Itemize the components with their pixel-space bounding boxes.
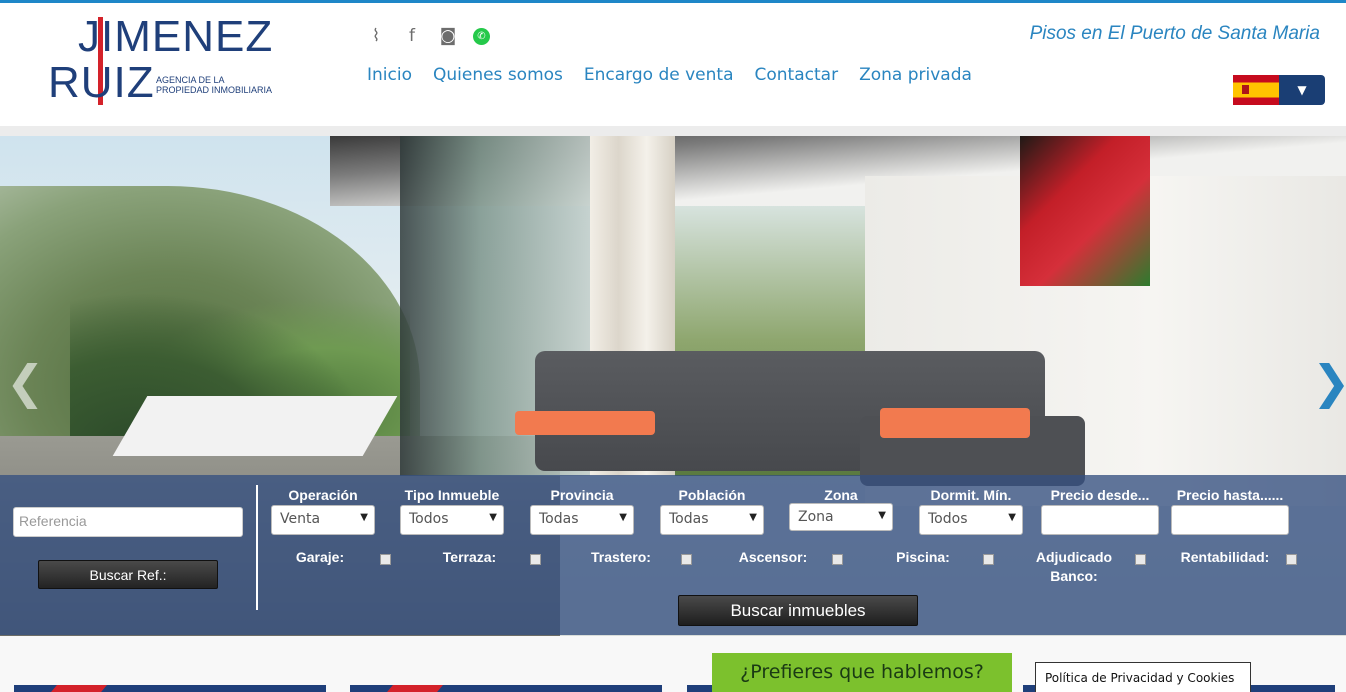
label-trastero: Trastero: [591, 549, 651, 565]
checkbox-rentabilidad[interactable] [1286, 554, 1297, 565]
label-operacion: Operación [288, 487, 358, 503]
main-nav: Inicio Quienes somos Encargo de venta Co… [367, 65, 972, 85]
checkbox-piscina[interactable] [983, 554, 994, 565]
label-precio-desde: Precio desde... [1050, 487, 1150, 503]
caret-icon: ▼ [1008, 512, 1016, 523]
rss-icon[interactable]: ⌇ [365, 25, 387, 47]
select-tipo-value: Todos [409, 511, 449, 527]
label-dormitorios: Dormit. Mín. [930, 487, 1012, 503]
social-links: ⌇ f ◙ ✆ [365, 25, 490, 47]
select-dormit-value: Todos [928, 511, 968, 527]
label-adjudicado-banco: Adjudicado Banco: [1025, 548, 1123, 586]
whatsapp-icon[interactable]: ✆ [473, 28, 490, 45]
nav-encargo-de-venta[interactable]: Encargo de venta [584, 65, 734, 85]
card-accent [387, 685, 443, 692]
hero-painting [1020, 136, 1150, 286]
label-poblacion: Población [678, 487, 746, 503]
label-rentabilidad: Rentabilidad: [1180, 549, 1270, 565]
checkbox-trastero[interactable] [681, 554, 692, 565]
privacy-cookies-link[interactable]: Política de Privacidad y Cookies [1035, 662, 1251, 692]
search-reference-button[interactable]: Buscar Ref.: [38, 560, 218, 589]
label-piscina: Piscina: [896, 549, 950, 565]
logo-line-2: RUIZ [48, 58, 155, 107]
property-card[interactable] [350, 685, 662, 692]
instagram-icon[interactable]: ◙ [437, 25, 459, 47]
card-accent [51, 685, 107, 692]
input-precio-desde[interactable] [1041, 505, 1159, 535]
label-provincia: Provincia [550, 487, 614, 503]
select-operacion[interactable]: Venta ▼ [271, 505, 375, 535]
facebook-icon[interactable]: f [401, 25, 423, 47]
checkbox-garaje[interactable] [380, 554, 391, 565]
select-poblacion[interactable]: Todas ▼ [660, 505, 764, 535]
select-zona[interactable]: Zona ▼ [789, 503, 893, 531]
caret-icon: ▼ [619, 512, 627, 523]
chevron-down-icon[interactable]: ▼ [1279, 75, 1325, 105]
spain-flag-icon[interactable] [1233, 75, 1279, 105]
nav-zona-privada[interactable]: Zona privada [859, 65, 972, 85]
select-provincia[interactable]: Todas ▼ [530, 505, 634, 535]
checkbox-ascensor[interactable] [832, 554, 843, 565]
label-garaje: Garaje: [295, 549, 345, 565]
label-precio-hasta: Precio hasta...... [1176, 487, 1284, 503]
site-header: JIMENEZ RUIZ AGENCIA DE LA PROPIEDAD INM… [0, 3, 1346, 126]
caret-icon: ▼ [489, 512, 497, 523]
select-poblacion-value: Todas [669, 511, 709, 527]
hero-lounger [112, 396, 398, 456]
search-divider [256, 485, 258, 610]
checkbox-terraza[interactable] [530, 554, 541, 565]
caret-icon: ▼ [749, 512, 757, 523]
logo-subtitle: AGENCIA DE LA PROPIEDAD INMOBILIARIA [156, 75, 273, 95]
label-tipo-inmueble: Tipo Inmueble [404, 487, 500, 503]
slider-next-icon[interactable]: ❯ [1312, 355, 1346, 409]
search-panel: Referencia Buscar Ref.: Operación Venta ▼… [0, 475, 1346, 635]
talk-to-us-button[interactable]: ¿Prefieres que hablemos? [712, 653, 1012, 692]
logo-line-1: JIMENEZ [78, 12, 274, 61]
hero-blanket [880, 408, 1030, 438]
select-zona-value: Zona [798, 509, 834, 525]
select-tipo-inmueble[interactable]: Todos ▼ [400, 505, 504, 535]
label-adjudicado-line2: Banco: [1050, 568, 1098, 584]
site-logo[interactable]: JIMENEZ RUIZ AGENCIA DE LA PROPIEDAD INM… [48, 15, 272, 110]
caret-icon: ▼ [360, 512, 368, 523]
select-dormitorios[interactable]: Todos ▼ [919, 505, 1023, 535]
property-card[interactable] [14, 685, 326, 692]
nav-quienes-somos[interactable]: Quienes somos [433, 65, 563, 85]
hero-blanket-left [515, 411, 655, 435]
site-tagline: Pisos en El Puerto de Santa Maria [1029, 23, 1320, 44]
nav-inicio[interactable]: Inicio [367, 65, 412, 85]
slider-prev-icon[interactable]: ❮ [6, 355, 45, 409]
header-separator [0, 126, 1346, 136]
label-zona: Zona [824, 487, 858, 503]
input-precio-hasta[interactable] [1171, 505, 1289, 535]
language-selector[interactable]: ▼ [1233, 75, 1325, 105]
checkbox-adjudicado-banco[interactable] [1135, 554, 1146, 565]
label-terraza: Terraza: [442, 549, 497, 565]
label-adjudicado-line1: Adjudicado [1035, 549, 1113, 565]
caret-icon: ▼ [878, 510, 886, 521]
search-properties-button[interactable]: Buscar inmuebles [678, 595, 918, 626]
select-operacion-value: Venta [280, 511, 321, 527]
nav-contactar[interactable]: Contactar [755, 65, 839, 85]
select-provincia-value: Todas [539, 511, 579, 527]
reference-input[interactable]: Referencia [13, 507, 243, 537]
label-ascensor: Ascensor: [738, 549, 808, 565]
